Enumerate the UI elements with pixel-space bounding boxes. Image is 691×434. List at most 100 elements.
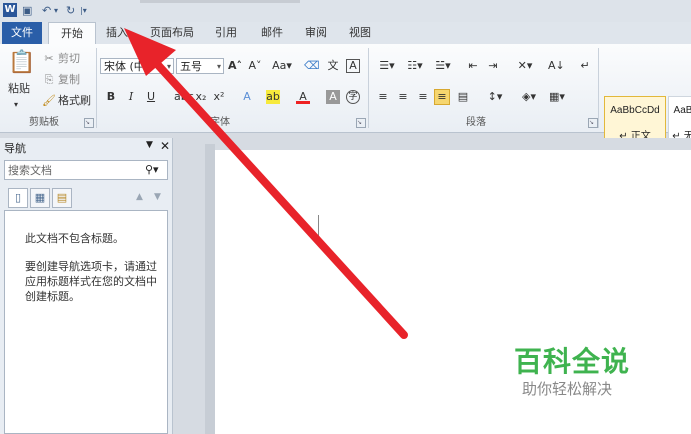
character-border-icon[interactable]: A: [346, 59, 360, 73]
distributed-icon[interactable]: ▤: [456, 90, 470, 104]
justify-icon[interactable]: ≡: [434, 89, 450, 105]
word-logo-icon[interactable]: W: [3, 3, 17, 17]
watermark-subtitle: 助你轻松解决: [522, 380, 613, 398]
font-launcher-icon[interactable]: ↘: [356, 118, 366, 128]
pane-options-icon[interactable]: ▼: [146, 140, 153, 150]
no-headings-message: 此文档不包含标题。: [25, 232, 124, 245]
shading-icon[interactable]: ◈▾: [518, 90, 540, 104]
create-headings-hint-line-2: 应用标题样式在您的文档中: [25, 275, 157, 288]
browse-results-tab-icon[interactable]: ▤: [52, 188, 72, 208]
font-size-combo[interactable]: 五号 ▾: [176, 58, 224, 74]
group-divider: [96, 48, 97, 128]
navigation-pane: 导航 ▼ ✕ ⚲▾ ▯ ▦ ▤ ▲ ▼ 此文档不包含标题。 要创建导航选项卡，请…: [0, 138, 173, 434]
sort-icon[interactable]: A↓: [548, 59, 565, 73]
search-icon[interactable]: ⚲▾: [145, 163, 159, 176]
tab-insert[interactable]: 插入: [100, 22, 134, 44]
next-icon[interactable]: ▼: [154, 192, 161, 202]
tab-view[interactable]: 视图: [344, 22, 376, 44]
ribbon-tabs: 文件 开始 插入 页面布局 引用 邮件 审阅 视图: [0, 22, 691, 45]
subscript-icon[interactable]: x₂: [194, 90, 208, 104]
close-icon[interactable]: ✕: [160, 139, 170, 153]
copy-icon[interactable]: ⎘: [42, 73, 56, 87]
tab-review[interactable]: 审阅: [300, 22, 332, 44]
align-left-icon[interactable]: ≡: [376, 90, 390, 104]
style-normal[interactable]: AaBbCcDd ↵ 正文: [604, 96, 666, 144]
highlight-color-icon[interactable]: ab: [266, 90, 280, 104]
create-headings-hint-line-1: 要创建导航选项卡，请通过: [25, 260, 157, 273]
line-spacing-icon[interactable]: ↕▾: [484, 90, 506, 104]
cut-icon[interactable]: ✂: [42, 52, 56, 66]
document-page[interactable]: [215, 150, 691, 434]
clear-formatting-icon[interactable]: ⌫: [304, 59, 320, 73]
previous-icon[interactable]: ▲: [136, 192, 143, 202]
style-normal-sample: AaBbCcDd: [610, 105, 660, 116]
style-no-spacing[interactable]: AaB ↵ 无: [668, 96, 691, 144]
ribbon: 📋 粘贴 ▾ ✂ 剪切 ⎘ 复制 🖌 格式刷 剪贴板 ↘ 宋体 (中 ▾ 五号 ▾ …: [0, 44, 691, 144]
style-no-spacing-sample: AaB: [673, 105, 691, 116]
phonetic-guide-icon[interactable]: 文: [326, 59, 340, 73]
quick-access-toolbar: W ▣ ↶ ▾ ↻ |▾: [0, 0, 691, 22]
tab-file[interactable]: 文件: [2, 22, 42, 44]
align-center-icon[interactable]: ≡: [396, 90, 410, 104]
font-group-label: 字体: [210, 117, 230, 128]
text-effects-icon[interactable]: A: [240, 90, 254, 104]
underline-icon[interactable]: U: [144, 90, 158, 104]
customize-toolbar-icon[interactable]: |▾: [80, 3, 87, 19]
numbering-icon[interactable]: ☷▾: [404, 59, 426, 73]
enclose-characters-icon[interactable]: 字: [346, 90, 360, 104]
title-bar-fragment: [140, 0, 300, 3]
browse-headings-tab-icon[interactable]: ▯: [8, 188, 28, 208]
character-shading-icon[interactable]: A: [326, 90, 340, 104]
align-right-icon[interactable]: ≡: [416, 90, 430, 104]
change-case-icon[interactable]: Aa▾: [272, 59, 292, 73]
increase-indent-icon[interactable]: ⇥: [486, 59, 500, 73]
grow-font-icon[interactable]: A˄: [228, 59, 242, 73]
page-margin-shadow: [205, 144, 215, 434]
paste-button[interactable]: 粘贴: [8, 80, 30, 98]
tab-home[interactable]: 开始: [48, 22, 96, 45]
undo-icon[interactable]: ↶: [42, 3, 51, 19]
shrink-font-icon[interactable]: A˅: [248, 59, 262, 73]
navigation-pane-body: 此文档不包含标题。 要创建导航选项卡，请通过 应用标题样式在您的文档中 创建标题…: [4, 210, 168, 434]
font-color-icon[interactable]: A: [296, 90, 310, 104]
paragraph-group-label: 段落: [466, 117, 486, 128]
nav-search-box: ⚲▾: [4, 160, 168, 180]
format-painter-button[interactable]: 格式刷: [58, 92, 91, 110]
redo-icon[interactable]: ↻: [66, 3, 75, 19]
save-icon[interactable]: ▣: [22, 3, 32, 19]
watermark-title: 百科全说: [514, 345, 631, 378]
cut-button[interactable]: 剪切: [58, 50, 80, 68]
group-divider: [368, 48, 369, 128]
font-name-value: 宋体 (中: [104, 60, 145, 73]
italic-icon[interactable]: I: [124, 90, 138, 104]
borders-icon[interactable]: ▦▾: [546, 90, 568, 104]
nav-search-input[interactable]: [8, 163, 138, 177]
tab-mailings[interactable]: 邮件: [256, 22, 288, 44]
bullets-icon[interactable]: ☰▾: [376, 59, 398, 73]
clipboard-launcher-icon[interactable]: ↘: [84, 118, 94, 128]
paragraph-launcher-icon[interactable]: ↘: [588, 118, 598, 128]
text-cursor: [318, 215, 319, 243]
decrease-indent-icon[interactable]: ⇤: [466, 59, 480, 73]
chevron-down-icon: ▾: [216, 62, 221, 71]
clipboard-group-label: 剪贴板: [29, 117, 59, 128]
copy-button[interactable]: 复制: [58, 71, 80, 89]
chinese-layout-icon[interactable]: ✕▾: [514, 59, 536, 73]
font-size-value: 五号: [180, 60, 202, 73]
superscript-icon[interactable]: x²: [212, 90, 226, 104]
browse-pages-tab-icon[interactable]: ▦: [30, 188, 50, 208]
tab-page-layout[interactable]: 页面布局: [146, 22, 198, 44]
font-name-combo[interactable]: 宋体 (中 ▾: [100, 58, 174, 74]
bold-icon[interactable]: B: [104, 90, 118, 104]
tab-references[interactable]: 引用: [210, 22, 242, 44]
create-headings-hint-line-3: 创建标题。: [25, 290, 80, 303]
paste-dropdown-icon[interactable]: ▾: [14, 96, 18, 114]
strikethrough-icon[interactable]: abc: [174, 90, 194, 104]
multilevel-list-icon[interactable]: ☱▾: [432, 59, 454, 73]
navigation-pane-title: 导航: [4, 142, 26, 155]
format-painter-icon[interactable]: 🖌: [42, 94, 56, 108]
undo-dropdown-icon[interactable]: ▾: [54, 3, 58, 19]
show-marks-icon[interactable]: ↵: [578, 59, 592, 73]
group-divider: [598, 48, 599, 128]
paste-icon[interactable]: 📋: [8, 48, 35, 78]
